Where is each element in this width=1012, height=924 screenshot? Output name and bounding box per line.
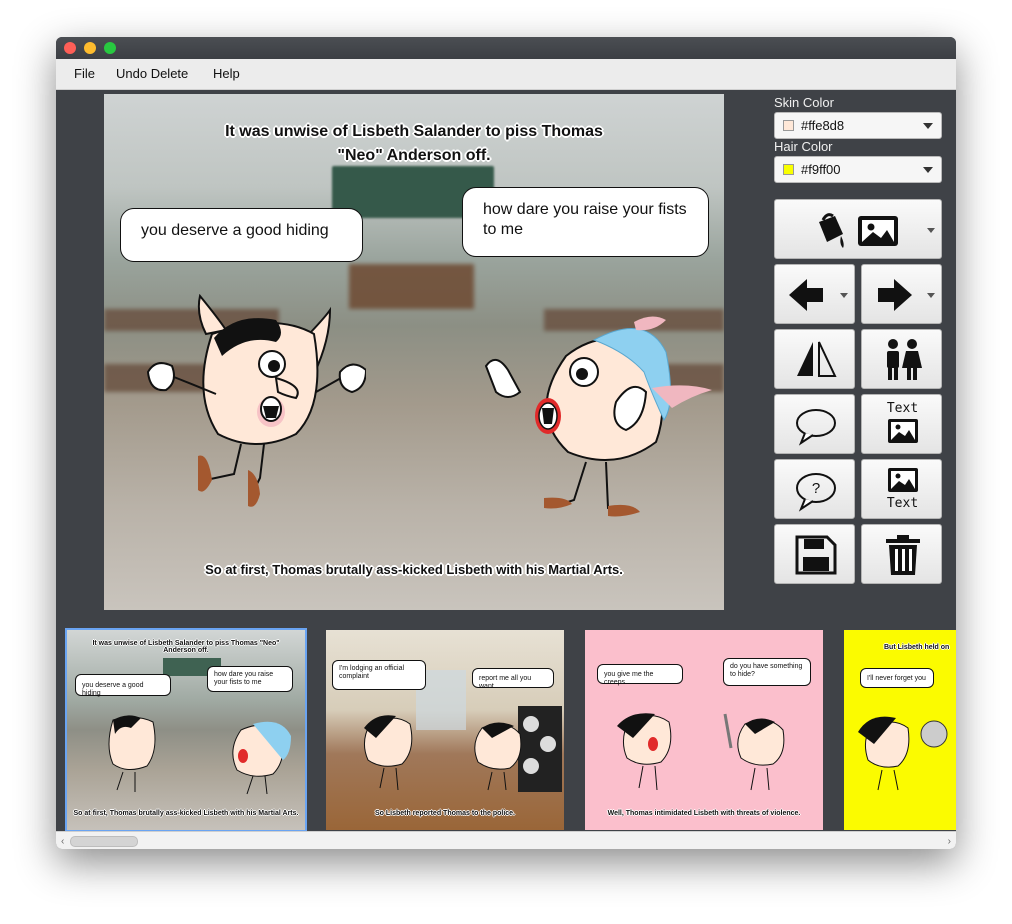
background-fill-button[interactable]: [774, 199, 942, 259]
flip-button[interactable]: [774, 329, 855, 389]
scrollbar-thumb[interactable]: [70, 836, 138, 847]
move-forward-button[interactable]: [861, 264, 942, 324]
hair-color-value: #f9ff00: [801, 162, 841, 177]
thumbnail-characters: [108, 715, 291, 795]
thumbnail-bubble: you give me the creeps: [597, 664, 683, 686]
chevron-down-icon: [840, 293, 848, 298]
save-button[interactable]: [774, 524, 855, 584]
menu-bar: File Undo Delete Help: [56, 59, 956, 90]
thumbnail-bubble: I'm lodging an official complaint: [332, 660, 426, 690]
thumbnail-characters: [617, 713, 785, 791]
thumbnail-top-caption: But Lisbeth held on: [884, 644, 950, 651]
chevron-down-icon: [923, 167, 933, 173]
menu-help[interactable]: Help: [213, 66, 240, 81]
character-thomas[interactable]: [126, 294, 366, 524]
thumbnail-panel-2[interactable]: I'm lodging an official complaint report…: [326, 630, 564, 830]
add-text-below-image-button[interactable]: Text: [861, 459, 942, 519]
workspace: It was unwise of Lisbeth Salander to pis…: [56, 90, 956, 831]
minimize-window-button[interactable]: [84, 42, 96, 54]
panel-thumbnail-strip: It was unwise of Lisbeth Salander to pis…: [56, 626, 956, 831]
hair-color-select[interactable]: #f9ff00: [774, 156, 942, 183]
title-bar: [56, 37, 956, 59]
restroom-icon: [887, 339, 922, 380]
add-speech-bubble-button[interactable]: [774, 394, 855, 454]
zoom-window-button[interactable]: [104, 42, 116, 54]
floppy-disk-icon: [795, 535, 837, 575]
skin-color-select[interactable]: #ffe8d8: [774, 112, 942, 139]
skin-color-swatch: [783, 120, 794, 131]
paint-bucket-image-icon: [819, 213, 898, 248]
flip-horizontal-icon: [797, 341, 837, 377]
move-back-button[interactable]: [774, 264, 855, 324]
comic-panel-editor[interactable]: It was unwise of Lisbeth Salander to pis…: [104, 94, 724, 610]
speech-bubble-icon: [796, 409, 836, 446]
skin-color-value: #ffe8d8: [801, 118, 845, 133]
hair-color-swatch: [783, 164, 794, 175]
speech-bubble-right[interactable]: how dare you raise your fists to me: [462, 187, 709, 257]
thumbnail-bubble: you deserve a good hiding: [75, 674, 171, 697]
app-window: File Undo Delete Help It was unwise of L…: [56, 37, 956, 849]
thumbnail-bubble: I'll never forget you: [860, 668, 934, 688]
swap-gender-button[interactable]: [861, 329, 942, 389]
hair-color-label: Hair Color: [774, 139, 833, 154]
close-window-button[interactable]: [64, 42, 76, 54]
skin-color-label: Skin Color: [774, 95, 834, 110]
image-icon: [888, 419, 918, 443]
chevron-down-icon: [927, 293, 935, 298]
thumbnail-characters: [858, 716, 948, 791]
top-caption[interactable]: It was unwise of Lisbeth Salander to pis…: [104, 120, 724, 168]
character-lisbeth[interactable]: [476, 312, 721, 522]
thumbnail-bubble: report me all you want: [472, 668, 554, 690]
thumbnail-bubble: how dare you raise your fists to me: [207, 666, 293, 692]
thumbnail-top-caption: It was unwise of Lisbeth Salander to pis…: [92, 640, 280, 654]
bottom-caption[interactable]: So at first, Thomas brutally ass-kicked …: [104, 562, 724, 577]
menu-undo-delete[interactable]: Undo Delete: [116, 66, 188, 81]
thumbnail-bubble: do you have something to hide?: [723, 658, 811, 686]
delete-button[interactable]: [861, 524, 942, 584]
thumbnail-bottom-caption: So Lisbeth reported Thomas to the police…: [374, 810, 515, 817]
background-desk: [349, 264, 474, 309]
add-text-above-image-button[interactable]: Text: [861, 394, 942, 454]
thumbnail-panel-4[interactable]: But Lisbeth held on I'll never forget yo…: [844, 630, 956, 830]
speech-bubble-left[interactable]: you deserve a good hiding: [120, 208, 363, 262]
horizontal-scrollbar[interactable]: ‹ ›: [56, 831, 956, 849]
chevron-down-icon: [927, 228, 935, 233]
text-label: Text: [886, 496, 919, 511]
image-icon: [888, 468, 918, 492]
add-thought-bubble-button[interactable]: ?: [774, 459, 855, 519]
thumbnail-panel-1[interactable]: It was unwise of Lisbeth Salander to pis…: [65, 628, 307, 831]
scroll-left-icon[interactable]: ‹: [61, 836, 64, 847]
thumbnail-bottom-caption: So at first, Thomas brutally ass-kicked …: [73, 810, 299, 817]
thumbnail-bottom-caption: Well, Thomas intimidated Lisbeth with th…: [607, 810, 801, 817]
thumbnail-panel-3[interactable]: you give me the creeps do you have somet…: [585, 630, 823, 830]
menu-file[interactable]: File: [74, 66, 95, 81]
question-bubble-icon: ?: [796, 473, 836, 512]
scroll-right-icon[interactable]: ›: [948, 836, 951, 847]
thumbnail-characters: [364, 706, 562, 792]
chevron-down-icon: [923, 123, 933, 129]
svg-text:?: ?: [812, 480, 820, 497]
trash-icon: [886, 535, 920, 575]
